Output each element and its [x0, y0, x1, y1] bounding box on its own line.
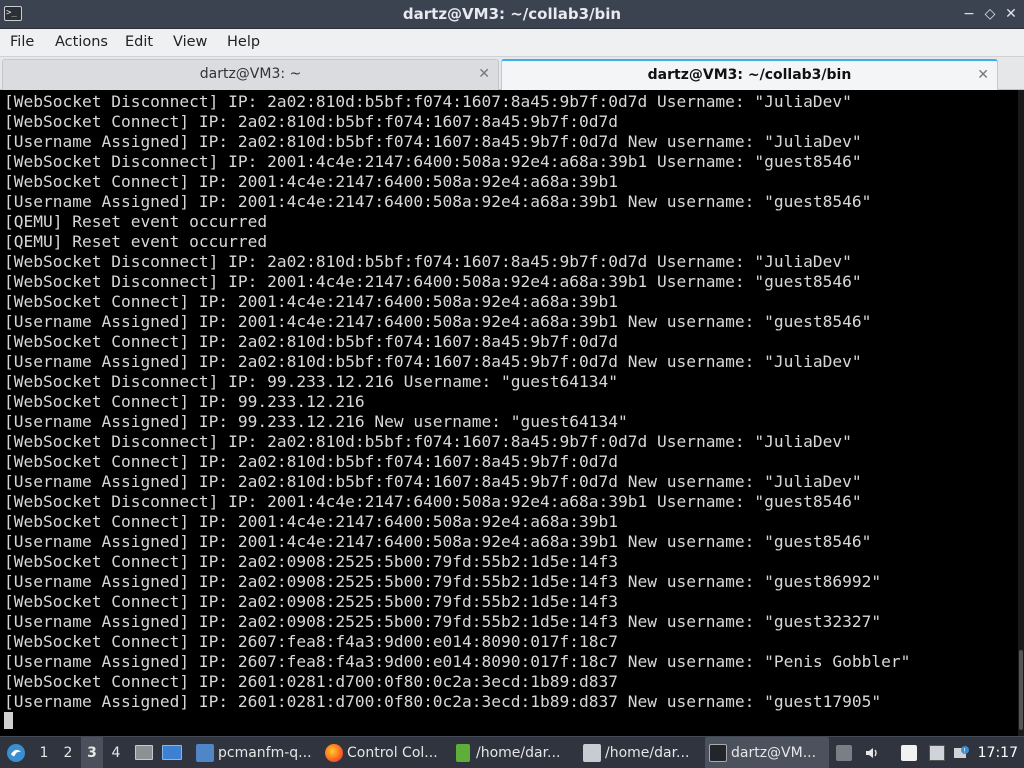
terminal-line: [Username Assigned] IP: 2a02:810d:b5bf:f…: [4, 352, 862, 371]
notes-icon[interactable]: [901, 745, 917, 761]
tab-label: dartz@VM3: ~: [199, 66, 302, 82]
terminal-line: [QEMU] Reset event occurred: [4, 232, 268, 251]
tab-close-icon[interactable]: ✕: [977, 61, 989, 89]
terminal-line: [Username Assigned] IP: 2a02:810d:b5bf:f…: [4, 472, 862, 491]
terminal-line: [WebSocket Connect] IP: 2a02:810d:b5bf:f…: [4, 452, 618, 471]
terminal-line: [Username Assigned] IP: 2a02:0908:2525:5…: [4, 572, 882, 591]
svg-text:!: !: [963, 748, 965, 755]
taskbar: 1 2 3 4 pcmanfm-q... Control Col... /hom…: [0, 736, 1024, 768]
tab-close-icon[interactable]: ✕: [478, 60, 490, 88]
terminal-line: [WebSocket Disconnect] IP: 2a02:810d:b5b…: [4, 432, 852, 451]
task-pcmanfm[interactable]: pcmanfm-q...: [192, 737, 316, 768]
terminal-scrollbar[interactable]: [1018, 90, 1024, 736]
show-desktop-icon[interactable]: [134, 737, 154, 768]
terminal-line: [Username Assigned] IP: 2a02:0908:2525:5…: [4, 612, 882, 631]
terminal-line: [WebSocket Disconnect] IP: 2a02:810d:b5b…: [4, 92, 852, 111]
terminal-line: [WebSocket Connect] IP: 2001:4c4e:2147:6…: [4, 512, 618, 531]
terminal-line: [WebSocket Connect] IP: 2a02:0908:2525:5…: [4, 552, 618, 571]
terminal-line: [Username Assigned] IP: 2001:4c4e:2147:6…: [4, 192, 872, 211]
terminal-cursor: [4, 712, 13, 729]
terminal-line: [WebSocket Connect] IP: 2001:4c4e:2147:6…: [4, 172, 618, 191]
tab-collab3-bin[interactable]: dartz@VM3: ~/collab3/bin ✕: [501, 59, 998, 90]
desktop-3-button[interactable]: 3: [81, 737, 103, 768]
folder-icon: [196, 744, 214, 762]
window-titlebar[interactable]: >_ dartz@VM3: ~/collab3/bin − ◇ ✕: [0, 0, 1024, 29]
task-label: pcmanfm-q...: [218, 745, 312, 761]
clipboard-icon[interactable]: [836, 745, 852, 761]
menu-help[interactable]: Help: [227, 34, 260, 50]
terminal-line: [WebSocket Connect] IP: 2001:4c4e:2147:6…: [4, 292, 618, 311]
desktop-1-button[interactable]: 1: [33, 737, 55, 768]
terminal-line: [WebSocket Connect] IP: 2601:0281:d700:0…: [4, 672, 618, 691]
scrollbar-thumb[interactable]: [1019, 650, 1023, 730]
terminal-line: [WebSocket Disconnect] IP: 2001:4c4e:214…: [4, 492, 862, 511]
window-title: dartz@VM3: ~/collab3/bin: [402, 5, 622, 23]
task-firefox[interactable]: Control Col...: [321, 737, 445, 768]
terminal-line: [WebSocket Connect] IP: 2607:fea8:f4a3:9…: [4, 632, 618, 651]
task-label: /home/dar...: [605, 745, 690, 761]
minimize-icon[interactable]: −: [960, 4, 978, 24]
tab-label: dartz@VM3: ~/collab3/bin: [647, 67, 852, 83]
task-label: dartz@VM...: [731, 745, 817, 761]
terminal-line: [WebSocket Disconnect] IP: 2001:4c4e:214…: [4, 272, 862, 291]
terminal-line: [WebSocket Connect] IP: 99.233.12.216: [4, 392, 365, 411]
menu-edit[interactable]: Edit: [125, 34, 153, 50]
clock[interactable]: 17:17: [978, 737, 1018, 768]
desktop-4-button[interactable]: 4: [105, 737, 127, 768]
task-terminal[interactable]: dartz@VM...: [705, 737, 829, 768]
terminal-line: [WebSocket Disconnect] IP: 2001:4c4e:214…: [4, 152, 862, 171]
volume-icon[interactable]: [864, 745, 880, 761]
task-label: /home/dar...: [476, 745, 561, 761]
terminal-text: [WebSocket Disconnect] IP: 2a02:810d:b5b…: [4, 92, 1018, 712]
terminal-output[interactable]: [WebSocket Disconnect] IP: 2a02:810d:b5b…: [0, 90, 1024, 736]
tab-bar: dartz@VM3: ~ ✕ dartz@VM3: ~/collab3/bin …: [0, 57, 1024, 90]
terminal-line: [WebSocket Disconnect] IP: 2a02:810d:b5b…: [4, 252, 852, 271]
close-icon[interactable]: ✕: [1002, 4, 1020, 24]
terminal-icon: [709, 744, 727, 762]
terminal-line: [Username Assigned] IP: 2607:fea8:f4a3:9…: [4, 652, 911, 671]
menu-actions[interactable]: Actions: [55, 34, 108, 50]
terminal-line: [Username Assigned] IP: 2601:0281:d700:0…: [4, 692, 882, 711]
keyboard-icon[interactable]: [929, 745, 945, 761]
terminal-line: [Username Assigned] IP: 2001:4c4e:2147:6…: [4, 312, 872, 331]
tab-home[interactable]: dartz@VM3: ~ ✕: [2, 59, 499, 90]
desktop-2-button[interactable]: 2: [57, 737, 79, 768]
terminal-line: [WebSocket Connect] IP: 2a02:810d:b5bf:f…: [4, 332, 618, 351]
feather-icon: [583, 744, 601, 762]
start-menu-icon[interactable]: [4, 737, 28, 768]
window-switcher-icon[interactable]: [160, 737, 184, 768]
task-text-editor[interactable]: /home/dar...: [450, 737, 574, 768]
text-editor-icon: [456, 744, 470, 762]
task-feather-editor[interactable]: /home/dar...: [579, 737, 703, 768]
terminal-line: [WebSocket Connect] IP: 2a02:0908:2525:5…: [4, 592, 618, 611]
menu-file[interactable]: File: [10, 34, 34, 50]
maximize-icon[interactable]: ◇: [981, 4, 999, 24]
menu-view[interactable]: View: [173, 34, 207, 50]
terminal-line: [WebSocket Disconnect] IP: 99.233.12.216…: [4, 372, 618, 391]
terminal-line: [WebSocket Connect] IP: 2a02:810d:b5bf:f…: [4, 112, 618, 131]
terminal-line: [Username Assigned] IP: 99.233.12.216 Ne…: [4, 412, 628, 431]
menu-bar: File Actions Edit View Help: [0, 29, 1024, 57]
terminal-line: [Username Assigned] IP: 2001:4c4e:2147:6…: [4, 532, 872, 551]
task-label: Control Col...: [347, 745, 438, 761]
firefox-icon: [325, 744, 343, 762]
terminal-line: [Username Assigned] IP: 2a02:810d:b5bf:f…: [4, 132, 862, 151]
network-icon[interactable]: !: [953, 745, 969, 761]
terminal-line: [QEMU] Reset event occurred: [4, 212, 268, 231]
